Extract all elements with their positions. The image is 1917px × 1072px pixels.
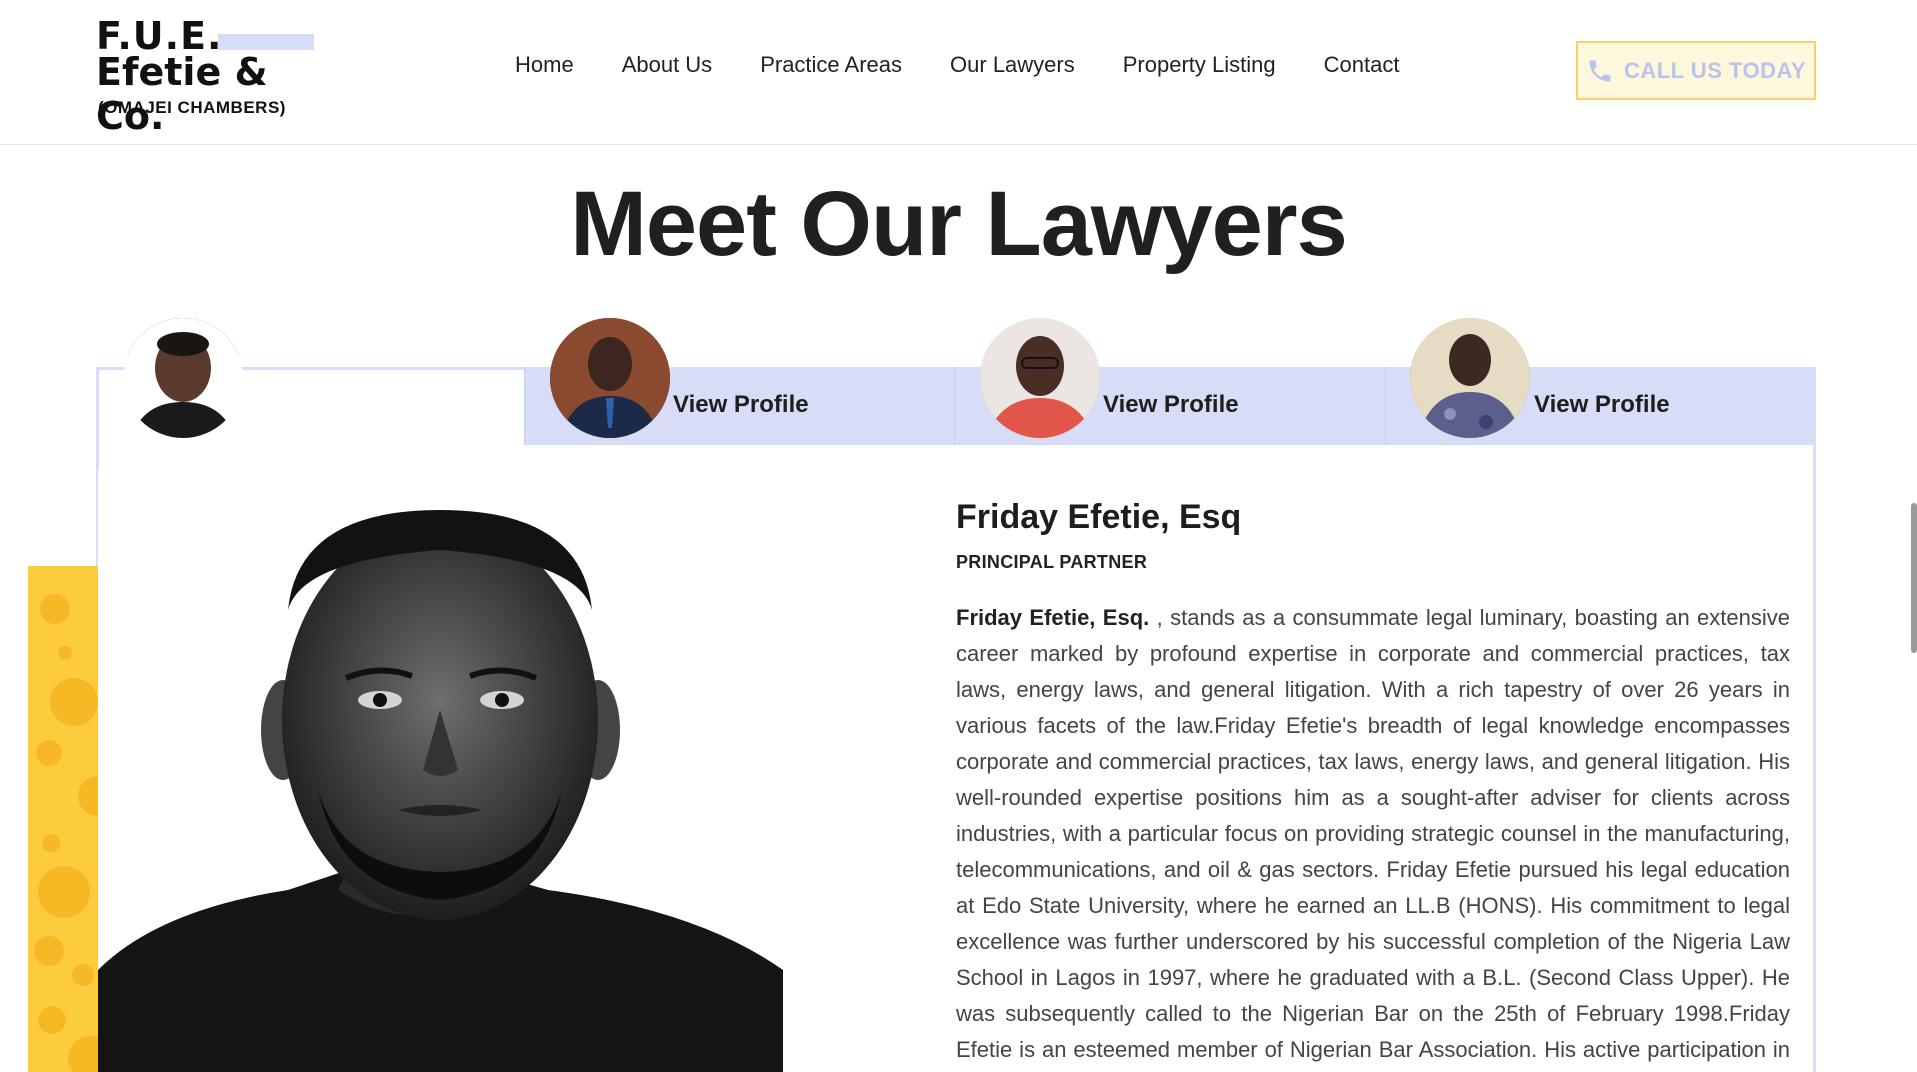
- lawyer-bio: Friday Efetie, Esq. , stands as a consum…: [956, 600, 1790, 1072]
- lawyer-tabs: View Profile View Profile View Profile: [96, 367, 1816, 445]
- view-profile-link[interactable]: View Profile: [1103, 391, 1239, 419]
- phone-icon: [1589, 60, 1611, 81]
- main-nav: Home About Us Practice Areas Our Lawyers…: [515, 52, 1447, 78]
- avatar-friday-efetie[interactable]: [123, 318, 243, 438]
- view-profile-link[interactable]: View Profile: [673, 391, 809, 419]
- nav-our-lawyers[interactable]: Our Lawyers: [950, 52, 1075, 78]
- lawyer-bio-lead: Friday Efetie, Esq.: [956, 605, 1150, 630]
- nav-property-listing[interactable]: Property Listing: [1123, 52, 1276, 78]
- lawyer-role: PRINCIPAL PARTNER: [956, 552, 1148, 572]
- logo-firm-name: Efetie & Co.: [96, 50, 268, 138]
- nav-contact[interactable]: Contact: [1324, 52, 1400, 78]
- page-title: Meet Our Lawyers: [570, 173, 1348, 275]
- site-header: F.U.E. Efetie & Co. (OMAJEI CHAMBERS) Ho…: [0, 0, 1917, 145]
- call-us-today-button[interactable]: CALL US TODAY: [1576, 41, 1816, 100]
- page-scrollbar[interactable]: [1911, 503, 1917, 653]
- lawyer-bio-text: , stands as a consummate legal luminary,…: [956, 605, 1790, 1062]
- nav-practice-areas[interactable]: Practice Areas: [760, 52, 902, 78]
- avatar-lawyer-3[interactable]: [980, 318, 1100, 438]
- logo-subtitle: (OMAJEI CHAMBERS): [98, 98, 286, 117]
- call-us-today-label: CALL US TODAY: [1623, 57, 1807, 83]
- logo-accent-bar: [218, 34, 314, 50]
- lawyer-portrait-photo: [98, 470, 783, 1072]
- lawyer-name: Friday Efetie, Esq: [956, 498, 1242, 536]
- avatar-lawyer-2[interactable]: [550, 318, 670, 438]
- view-profile-link[interactable]: View Profile: [1534, 391, 1670, 419]
- site-logo[interactable]: F.U.E. Efetie & Co. (OMAJEI CHAMBERS): [96, 14, 336, 138]
- nav-home[interactable]: Home: [515, 52, 574, 78]
- avatar-lawyer-4[interactable]: [1410, 318, 1530, 438]
- decorative-yellow-panel: [28, 566, 98, 1072]
- nav-about-us[interactable]: About Us: [622, 52, 713, 78]
